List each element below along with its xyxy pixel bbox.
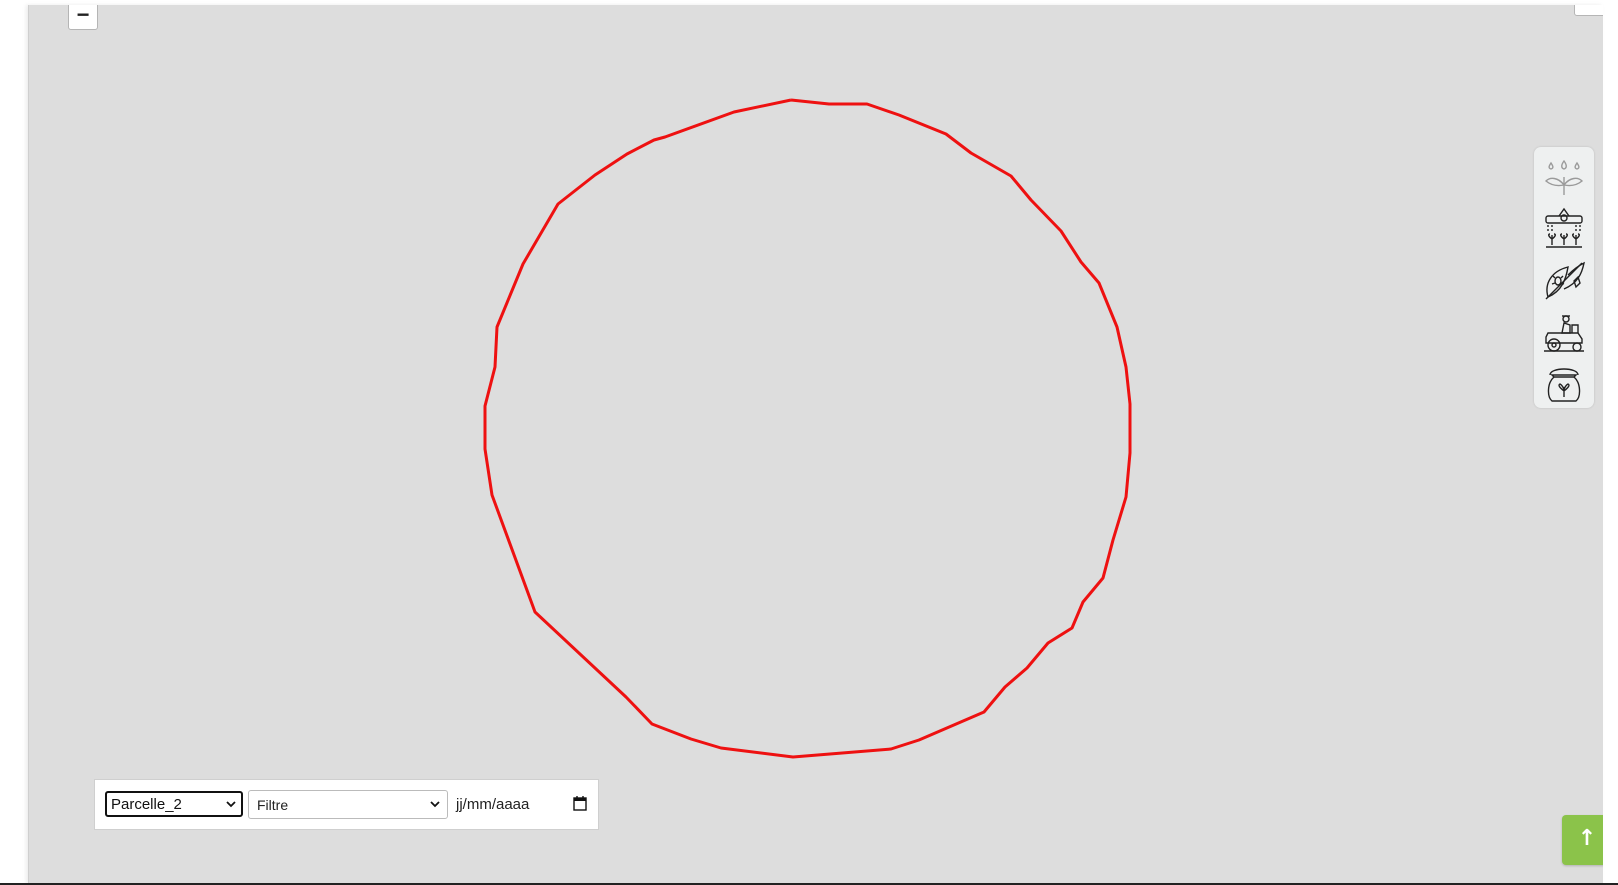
filter-select-value: Filtre (257, 797, 289, 813)
irrigation-plant-icon (1544, 159, 1584, 195)
tool-sprinkler[interactable] (1542, 207, 1586, 251)
map-view[interactable]: − ↑ (28, 5, 1603, 884)
seed-bag-icon (1547, 368, 1581, 402)
date-input[interactable]: jj/mm/aaaa (452, 790, 592, 819)
chevron-down-icon (430, 801, 440, 808)
farmer-tractor-icon (1544, 315, 1584, 352)
tool-tractor[interactable] (1542, 311, 1586, 355)
scroll-to-top-button[interactable]: ↑ (1562, 815, 1603, 865)
chevron-down-icon (226, 801, 236, 808)
parcel-outline[interactable] (29, 5, 1603, 884)
tool-seed-bag[interactable] (1542, 361, 1586, 405)
filter-bar: Parcelle_2 Filtre jj/mm/aaaa (94, 779, 599, 830)
page: − ↑ Parcelle_2 Filtre jj/mm/aaaa (0, 0, 1618, 885)
no-pesticide-icon (1545, 261, 1585, 300)
tool-panel (1534, 147, 1594, 408)
parcel-select[interactable]: Parcelle_2 (105, 791, 243, 817)
date-input-placeholder: jj/mm/aaaa (456, 796, 530, 813)
tool-pesticide[interactable] (1542, 259, 1586, 303)
filter-select[interactable]: Filtre (248, 790, 448, 819)
sprinkler-crops-icon (1545, 207, 1583, 248)
tool-irrigation[interactable] (1542, 155, 1586, 199)
calendar-icon[interactable] (573, 796, 587, 811)
parcel-select-value: Parcelle_2 (111, 796, 182, 813)
